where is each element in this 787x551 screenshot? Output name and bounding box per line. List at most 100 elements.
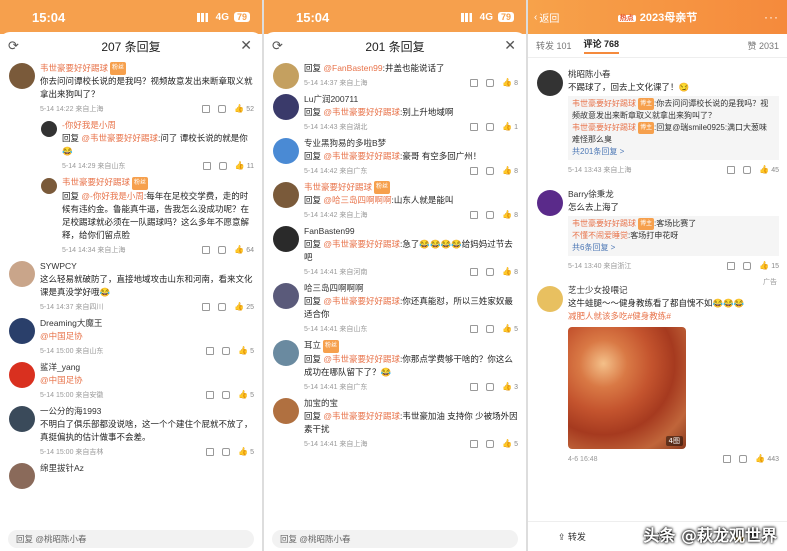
- comment-author[interactable]: -你好我是小周: [62, 119, 254, 132]
- comment-icon[interactable]: [486, 382, 495, 391]
- avatar[interactable]: [273, 182, 299, 208]
- mention-link[interactable]: @-你好我是小周: [81, 191, 143, 201]
- share-icon[interactable]: [470, 211, 479, 220]
- avatar[interactable]: [41, 121, 57, 138]
- like-button[interactable]: 👍 5: [238, 346, 254, 355]
- comment-author[interactable]: 耳立 粉丝: [304, 339, 518, 353]
- share-icon[interactable]: [727, 166, 736, 175]
- share-icon[interactable]: [206, 447, 215, 456]
- comment-icon[interactable]: [222, 346, 231, 355]
- like-button[interactable]: 👍 8: [502, 268, 518, 277]
- like-button[interactable]: 👍 5: [238, 390, 254, 399]
- comment-author[interactable]: SYWPCY: [40, 260, 254, 273]
- like-button[interactable]: 👍 5: [502, 325, 518, 334]
- post-image[interactable]: 4图: [568, 327, 686, 450]
- hashtag-link[interactable]: 减肥人就该多吃#健身教练#: [568, 310, 779, 323]
- reply-author[interactable]: 韦世豪要好好踢球: [572, 123, 636, 132]
- comment-author[interactable]: 韦世豪要好好踢球 粉丝: [40, 62, 254, 76]
- mention-link[interactable]: @韦世豪要好好踢球: [323, 107, 400, 117]
- avatar[interactable]: [537, 190, 563, 217]
- comment-icon[interactable]: [486, 211, 495, 220]
- repost-button[interactable]: ⇪ 转发: [558, 530, 586, 543]
- share-icon[interactable]: [202, 105, 211, 114]
- like-button[interactable]: 👍 8: [502, 79, 518, 88]
- avatar[interactable]: [9, 405, 35, 432]
- comment-icon[interactable]: [218, 105, 227, 114]
- mention-link[interactable]: @FanBasten99: [323, 63, 382, 73]
- share-icon[interactable]: [727, 262, 736, 271]
- comment-icon[interactable]: [486, 325, 495, 334]
- avatar[interactable]: [9, 260, 35, 287]
- like-button[interactable]: 👍 8: [502, 167, 518, 176]
- like-button[interactable]: 👍 1: [502, 123, 518, 132]
- comment-body[interactable]: @中国足协: [40, 375, 83, 385]
- refresh-icon[interactable]: ⟳: [272, 38, 283, 54]
- comment-icon[interactable]: [218, 245, 227, 254]
- share-icon[interactable]: [470, 167, 479, 175]
- comment-icon[interactable]: [222, 390, 231, 399]
- like-button[interactable]: 👍 52: [234, 105, 254, 114]
- reply-author[interactable]: 韦世豪要好好踢球: [572, 99, 636, 108]
- share-icon[interactable]: [470, 79, 479, 87]
- share-icon[interactable]: [202, 302, 211, 311]
- share-icon[interactable]: [202, 162, 211, 171]
- comment-icon[interactable]: [486, 79, 495, 87]
- mention-link[interactable]: @韦世豪要好好踢球: [323, 354, 400, 364]
- comment-author[interactable]: 绵里拔针Az: [40, 462, 254, 475]
- avatar[interactable]: [9, 317, 35, 344]
- avatar[interactable]: [273, 397, 299, 424]
- avatar[interactable]: [41, 178, 57, 195]
- like-button[interactable]: 👍 8: [502, 211, 518, 220]
- share-icon[interactable]: [470, 123, 479, 131]
- comment-author[interactable]: 鲨洋_yang: [40, 361, 254, 374]
- comment-list[interactable]: 桃昭陈小春 不踢球了，回去上文化课了！😏 韦世豪要好好踢球 博主:你去问问谭校长说的是…: [528, 58, 787, 521]
- mention-link[interactable]: @韦世豪要好好踢球: [323, 239, 400, 249]
- comment-author[interactable]: 韦世豪要好好踢球 粉丝: [304, 181, 518, 195]
- reply-list[interactable]: 回复 @FanBasten99:井盖也能说话了 5-14 14:37 来自上海 👍 …: [264, 60, 526, 527]
- comment-icon[interactable]: [739, 455, 748, 464]
- avatar[interactable]: [273, 94, 299, 120]
- reply-input[interactable]: 回复 @桃昭陈小春: [8, 530, 254, 548]
- avatar[interactable]: [273, 340, 299, 367]
- comment-icon[interactable]: [743, 262, 752, 271]
- like-button[interactable]: 👍 64: [234, 245, 254, 254]
- like-button[interactable]: 👍 5: [502, 439, 518, 448]
- avatar[interactable]: [9, 462, 35, 489]
- reply-author[interactable]: 韦世豪要好好踢球: [572, 219, 636, 228]
- avatar[interactable]: [537, 286, 563, 313]
- comment-body[interactable]: @中国足协: [40, 331, 83, 341]
- comment-icon[interactable]: [486, 439, 495, 448]
- like-button[interactable]: 👍 5: [238, 447, 254, 456]
- mention-link[interactable]: @韦世豪要好好踢球: [323, 151, 400, 161]
- reply-preview[interactable]: 韦世豪要好好踢球 博主:你去问问谭校长说的是我吗？视频故意发出来断章取义就拿出来狗…: [568, 96, 779, 161]
- share-icon[interactable]: [206, 346, 215, 355]
- mention-link[interactable]: @韦世豪要好好踢球: [81, 133, 158, 143]
- comment-author[interactable]: Barry徐秉龙: [568, 188, 779, 201]
- avatar[interactable]: [9, 361, 35, 388]
- refresh-icon[interactable]: ⟳: [8, 38, 19, 54]
- share-icon[interactable]: [723, 455, 732, 464]
- reply-preview[interactable]: 韦世豪要好好踢球 博主:客场比赛了 不懂不闹爱睡觉:客场打申花呀 共6条回复 >: [568, 216, 779, 257]
- avatar[interactable]: [9, 63, 35, 89]
- comment-icon[interactable]: [743, 166, 752, 175]
- mention-link[interactable]: @韦世豪要好好踢球: [323, 411, 400, 421]
- avatar[interactable]: [273, 138, 299, 164]
- avatar[interactable]: [273, 63, 299, 89]
- comment-author[interactable]: 一公分的海1993: [40, 405, 254, 418]
- comment-author[interactable]: Lu广润200711: [304, 93, 518, 106]
- avatar[interactable]: [273, 283, 299, 310]
- comment-author[interactable]: 桃昭陈小春: [568, 68, 779, 81]
- comment-icon[interactable]: [218, 162, 227, 171]
- close-icon[interactable]: ✕: [504, 37, 516, 54]
- reply-list[interactable]: 韦世豪要好好踢球 粉丝 你去问问谭校长说的是我吗？视频故意发出来断章取义就拿出来狗叫…: [0, 60, 262, 527]
- avatar[interactable]: [537, 70, 563, 96]
- more-replies-link[interactable]: 共201条回复 >: [572, 146, 775, 158]
- like-button[interactable]: 👍 3: [502, 382, 518, 391]
- comment-icon[interactable]: [218, 302, 227, 311]
- share-icon[interactable]: [470, 439, 479, 448]
- like-button[interactable]: 👍 45: [759, 166, 779, 175]
- share-icon[interactable]: [206, 390, 215, 399]
- more-icon[interactable]: ···: [764, 10, 779, 24]
- like-button[interactable]: 👍 15: [759, 262, 779, 271]
- comment-author[interactable]: FanBasten99: [304, 225, 518, 238]
